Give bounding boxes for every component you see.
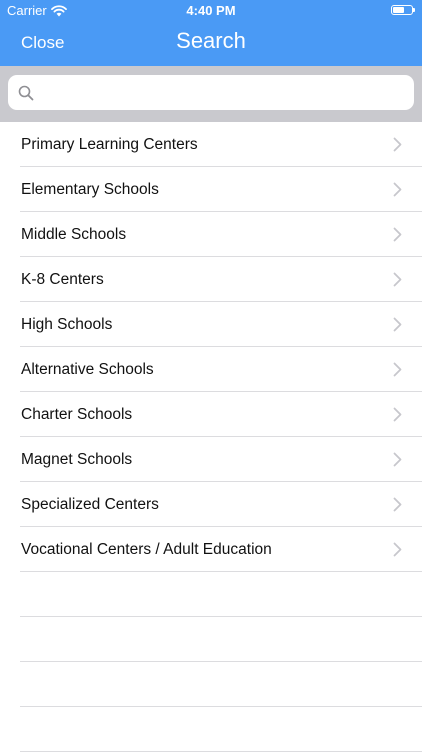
list-item-label: Specialized Centers [21, 495, 159, 513]
list-item[interactable]: K-8 Centers [0, 257, 422, 302]
list-item-label: Charter Schools [21, 405, 133, 423]
status-bar: Carrier 4:40 PM [0, 0, 422, 22]
page-title: Search [176, 28, 246, 53]
chevron-right-icon [393, 272, 402, 287]
battery-icon [391, 5, 415, 15]
list-item[interactable]: Middle Schools [0, 212, 422, 257]
list-item-label: Alternative Schools [21, 360, 154, 378]
chevron-right-icon [393, 227, 402, 242]
list-item-label: K-8 Centers [21, 270, 104, 288]
chevron-right-icon [393, 362, 402, 377]
school-category-list: Primary Learning Centers Elementary Scho… [0, 122, 422, 752]
search-icon [18, 85, 34, 101]
search-input[interactable] [42, 75, 406, 112]
list-item[interactable]: Specialized Centers [0, 482, 422, 527]
list-item-label: Middle Schools [21, 225, 127, 243]
search-bar-container [0, 66, 422, 122]
list-item[interactable]: Charter Schools [0, 392, 422, 437]
status-time: 4:40 PM [186, 3, 236, 18]
list-item-label: Vocational Centers / Adult Education [21, 540, 272, 558]
chevron-right-icon [393, 452, 402, 467]
list-item[interactable]: Vocational Centers / Adult Education [0, 527, 422, 572]
navigation-header: Carrier 4:40 PM Close Search [0, 0, 422, 66]
list-item[interactable]: Alternative Schools [0, 347, 422, 392]
list-item[interactable]: Magnet Schools [0, 437, 422, 482]
empty-row [0, 617, 422, 662]
chevron-right-icon [393, 407, 402, 422]
chevron-right-icon [393, 542, 402, 557]
list-item-label: Magnet Schools [21, 450, 133, 468]
chevron-right-icon [393, 137, 402, 152]
empty-row [0, 662, 422, 707]
list-item-label: High Schools [21, 315, 113, 333]
list-item[interactable]: Primary Learning Centers [0, 122, 422, 167]
chevron-right-icon [393, 497, 402, 512]
search-field[interactable] [8, 75, 414, 112]
list-item-label: Elementary Schools [21, 180, 159, 198]
chevron-right-icon [393, 317, 402, 332]
list-item[interactable]: High Schools [0, 302, 422, 347]
list-item[interactable]: Elementary Schools [0, 167, 422, 212]
list-item-label: Primary Learning Centers [21, 135, 198, 153]
empty-row [0, 572, 422, 617]
empty-row [0, 707, 422, 752]
chevron-right-icon [393, 182, 402, 197]
battery-level [393, 7, 404, 13]
